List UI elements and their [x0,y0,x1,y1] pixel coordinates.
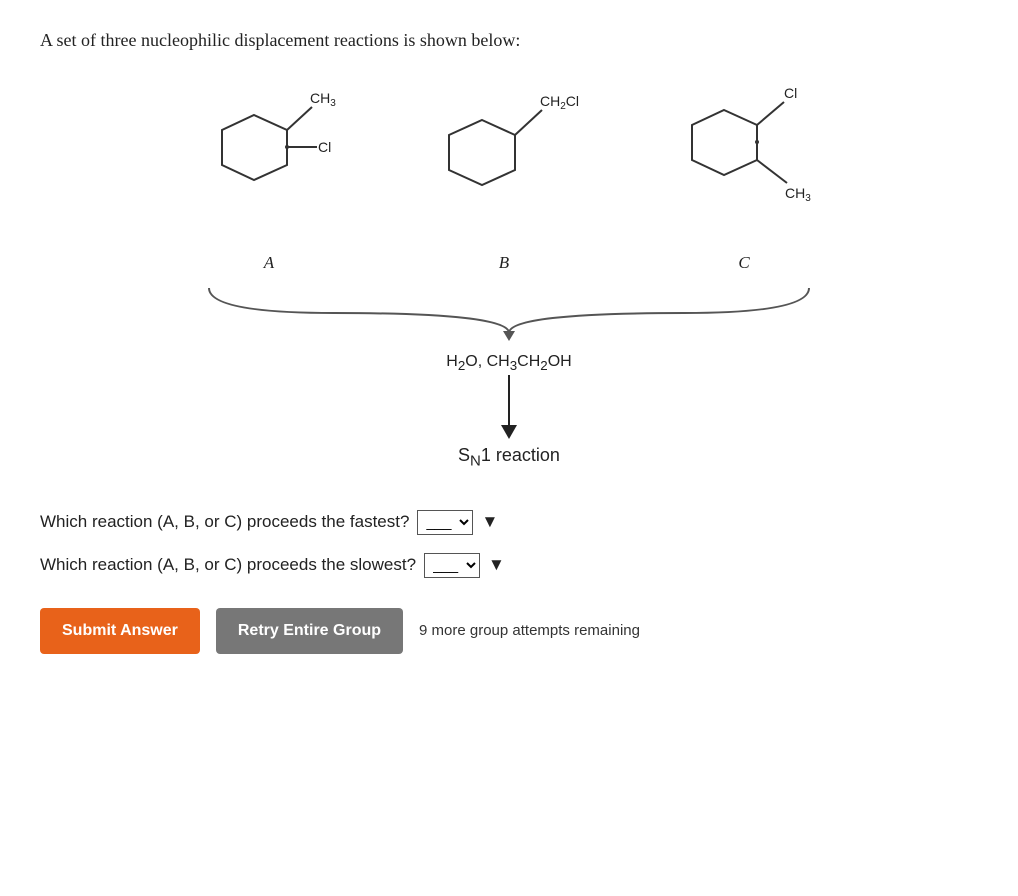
question-fastest-row: Which reaction (A, B, or C) proceeds the… [40,510,978,535]
sn1-label: SN1 reaction [458,445,560,470]
arrow-section: H2O, CH3CH2OH SN1 reaction [446,353,571,470]
buttons-area: Submit Answer Retry Entire Group 9 more … [40,608,978,654]
slowest-select[interactable]: ___ A B C [424,553,480,578]
slowest-dropdown-icon: ▼ [488,555,505,575]
molecule-a-svg: CH3 Cl [192,85,347,245]
question-fastest-text: Which reaction (A, B, or C) proceeds the… [40,512,409,532]
retry-button[interactable]: Retry Entire Group [216,608,403,654]
questions-area: Which reaction (A, B, or C) proceeds the… [40,510,978,578]
svg-text:CH2Cl: CH2Cl [540,93,579,112]
molecule-b: CH2Cl B [427,85,582,273]
molecule-a-label: A [264,253,274,273]
svg-text:Cl: Cl [784,85,797,101]
question-slowest-text: Which reaction (A, B, or C) proceeds the… [40,555,416,575]
molecule-c-label: C [738,253,749,273]
svg-text:CH3: CH3 [310,90,336,109]
brace-container [159,283,859,343]
fastest-select[interactable]: ___ A B C [417,510,473,535]
question-slowest-row: Which reaction (A, B, or C) proceeds the… [40,553,978,578]
svg-text:Cl: Cl [318,139,331,155]
svg-text:CH3: CH3 [785,185,811,204]
arrow-head [501,425,517,439]
molecules-area: CH3 Cl A CH2Cl B [40,75,978,490]
down-arrow: H2O, CH3CH2OH [446,353,571,439]
fastest-dropdown-icon: ▼ [481,512,498,532]
attempts-text: 9 more group attempts remaining [419,622,640,639]
molecules-row: CH3 Cl A CH2Cl B [192,75,827,273]
arrow-line [508,375,510,425]
submit-button[interactable]: Submit Answer [40,608,200,654]
molecule-c-svg: Cl CH3 [662,75,827,245]
molecule-b-svg: CH2Cl [427,85,582,245]
reaction-conditions: H2O, CH3CH2OH [446,353,571,373]
molecule-c: Cl CH3 C [662,75,827,273]
brace-svg [159,283,859,343]
intro-text: A set of three nucleophilic displacement… [40,30,978,51]
molecule-b-label: B [499,253,509,273]
molecule-a: CH3 Cl A [192,85,347,273]
